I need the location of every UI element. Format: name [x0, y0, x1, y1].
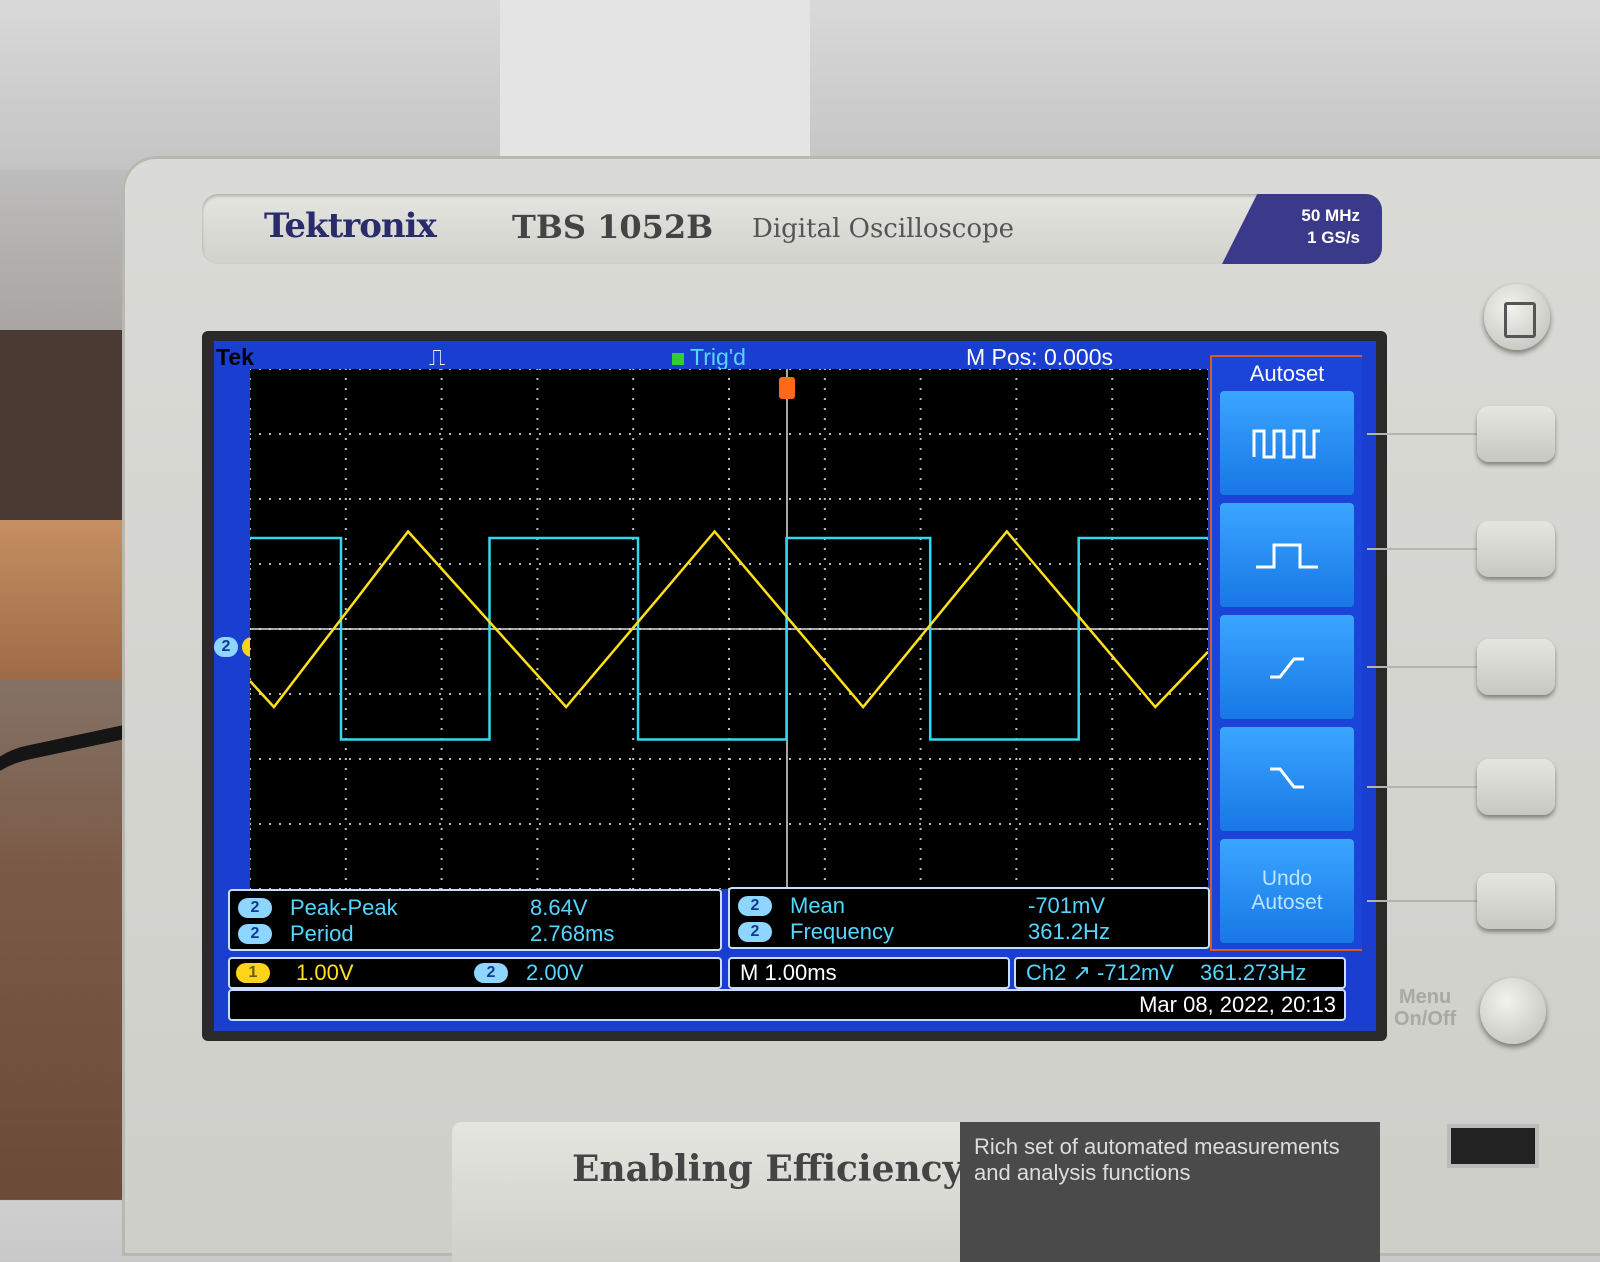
channel-badge: 2 [238, 924, 272, 944]
divider-line [1367, 900, 1479, 902]
channel-scale-bar: 1 1.00V 2 2.00V [228, 957, 722, 989]
trigger-marker-icon[interactable] [779, 377, 795, 399]
tagline-text: Enabling Efficiency [572, 1148, 964, 1190]
device-subtitle: Digital Oscilloscope [752, 214, 1015, 244]
autoset-menu-title: Autoset [1249, 361, 1325, 386]
waveform-graticule [249, 368, 1209, 890]
screen-bezel: Tek ⎍ Trig'd M Pos: 0.000s 2 1 Autoset [202, 331, 1387, 1041]
menu-onoff-button[interactable] [1480, 978, 1546, 1044]
measurement-value: 361.2Hz [1028, 919, 1110, 944]
trigger-frequency: 361.273Hz [1200, 960, 1307, 985]
undo-label-2: Autoset [1251, 891, 1323, 914]
measurement-row: 2 Period 2.768ms [238, 921, 718, 947]
measurement-row: 2 Mean -701mV [738, 893, 1208, 919]
timebase-readout: M 1.00ms [728, 957, 1010, 989]
feature-panel: Rich set of automated measurements and a… [960, 1122, 1380, 1262]
oscilloscope-body: Tektronix TBS 1052B Digital Oscilloscope… [122, 156, 1600, 1262]
divider-line [1367, 666, 1479, 668]
spec-bandwidth: 50 MHz [1301, 206, 1360, 225]
model-name: TBS 1052B [512, 208, 714, 246]
channel-badge: 2 [238, 898, 272, 918]
brand-strip: Tektronix TBS 1052B Digital Oscilloscope… [202, 194, 1382, 264]
divider-line [1367, 433, 1479, 435]
falling-edge-button[interactable] [1220, 727, 1354, 831]
measurement-label: Frequency [790, 919, 894, 944]
single-cycle-button[interactable] [1220, 503, 1354, 607]
measurement-panel-left: 2 Peak-Peak 8.64V 2 Period 2.768ms [228, 889, 722, 951]
multi-cycle-button[interactable] [1220, 391, 1354, 495]
measurement-label: Mean [790, 893, 846, 918]
undo-autoset-button[interactable]: Undo Autoset [1220, 839, 1354, 943]
measurement-value: 8.64V [530, 895, 588, 920]
save-icon [1504, 302, 1536, 338]
option-button-4[interactable] [1477, 759, 1555, 815]
measurement-row: 2 Frequency 361.2Hz [738, 919, 1208, 945]
ch2-ground-marker: 2 [214, 637, 238, 657]
save-button[interactable] [1484, 284, 1550, 350]
spec-badge: 50 MHz 1 GS/s [1222, 194, 1382, 264]
single-cycle-square-icon [1256, 543, 1318, 569]
multi-cycle-square-icon [1252, 429, 1320, 459]
feature-text: Rich set of automated measurements and a… [974, 1134, 1340, 1185]
brand-logo: Tektronix [264, 206, 437, 246]
ch1-scale[interactable]: 1.00V [296, 960, 354, 986]
spec-sample-rate: 1 GS/s [1307, 228, 1360, 247]
rising-edge-button[interactable] [1220, 615, 1354, 719]
datetime: Mar 08, 2022, 20:13 [1139, 992, 1336, 1017]
measurement-value: -701mV [1028, 893, 1106, 918]
measurement-panel-right: 2 Mean -701mV 2 Frequency 361.2Hz [728, 887, 1210, 949]
channel-badge: 2 [738, 922, 772, 942]
ch1-badge: 1 [236, 963, 270, 983]
measurement-value: 2.768ms [530, 921, 615, 946]
datetime-bar: Mar 08, 2022, 20:13 [228, 989, 1346, 1021]
falling-edge-icon [1270, 767, 1304, 789]
timebase-value[interactable]: M 1.00ms [740, 960, 837, 986]
background-desk [0, 520, 125, 680]
measurement-row: 2 Peak-Peak 8.64V [238, 895, 718, 921]
tek-logo: Tek [216, 344, 254, 370]
option-button-1[interactable] [1477, 406, 1555, 462]
measurement-label: Peak-Peak [290, 895, 398, 920]
menu-onoff-label: Menu On/Off [1394, 986, 1457, 1030]
lcd-screen: Tek ⎍ Trig'd M Pos: 0.000s 2 1 Autoset [214, 341, 1376, 1031]
option-button-3[interactable] [1477, 639, 1555, 695]
waveform-plot [249, 368, 1209, 890]
ch2-badge: 2 [474, 963, 508, 983]
trigger-type-icon: ⎍ [429, 344, 446, 370]
trigger-readout: Ch2 ↗ -712mV 361.273Hz [1014, 957, 1346, 989]
horizontal-position: M Pos: 0.000s [966, 344, 1114, 370]
rising-edge-icon [1270, 657, 1304, 679]
option-button-2[interactable] [1477, 521, 1555, 577]
trigger-status: Trig'd [672, 344, 746, 371]
trigger-level[interactable]: Ch2 ↗ -712mV [1026, 960, 1174, 986]
ch2-scale[interactable]: 2.00V [526, 960, 584, 986]
channel-badge: 2 [738, 896, 772, 916]
autoset-menu: Autoset Undo Autoset [1210, 355, 1362, 951]
usb-port[interactable] [1447, 1124, 1539, 1168]
option-button-5[interactable] [1477, 873, 1555, 929]
background-pillar [500, 0, 810, 170]
tagline-panel [452, 1122, 972, 1262]
divider-line [1367, 548, 1479, 550]
measurement-label: Period [290, 921, 354, 946]
divider-line [1367, 786, 1479, 788]
undo-label-1: Undo [1261, 867, 1313, 890]
